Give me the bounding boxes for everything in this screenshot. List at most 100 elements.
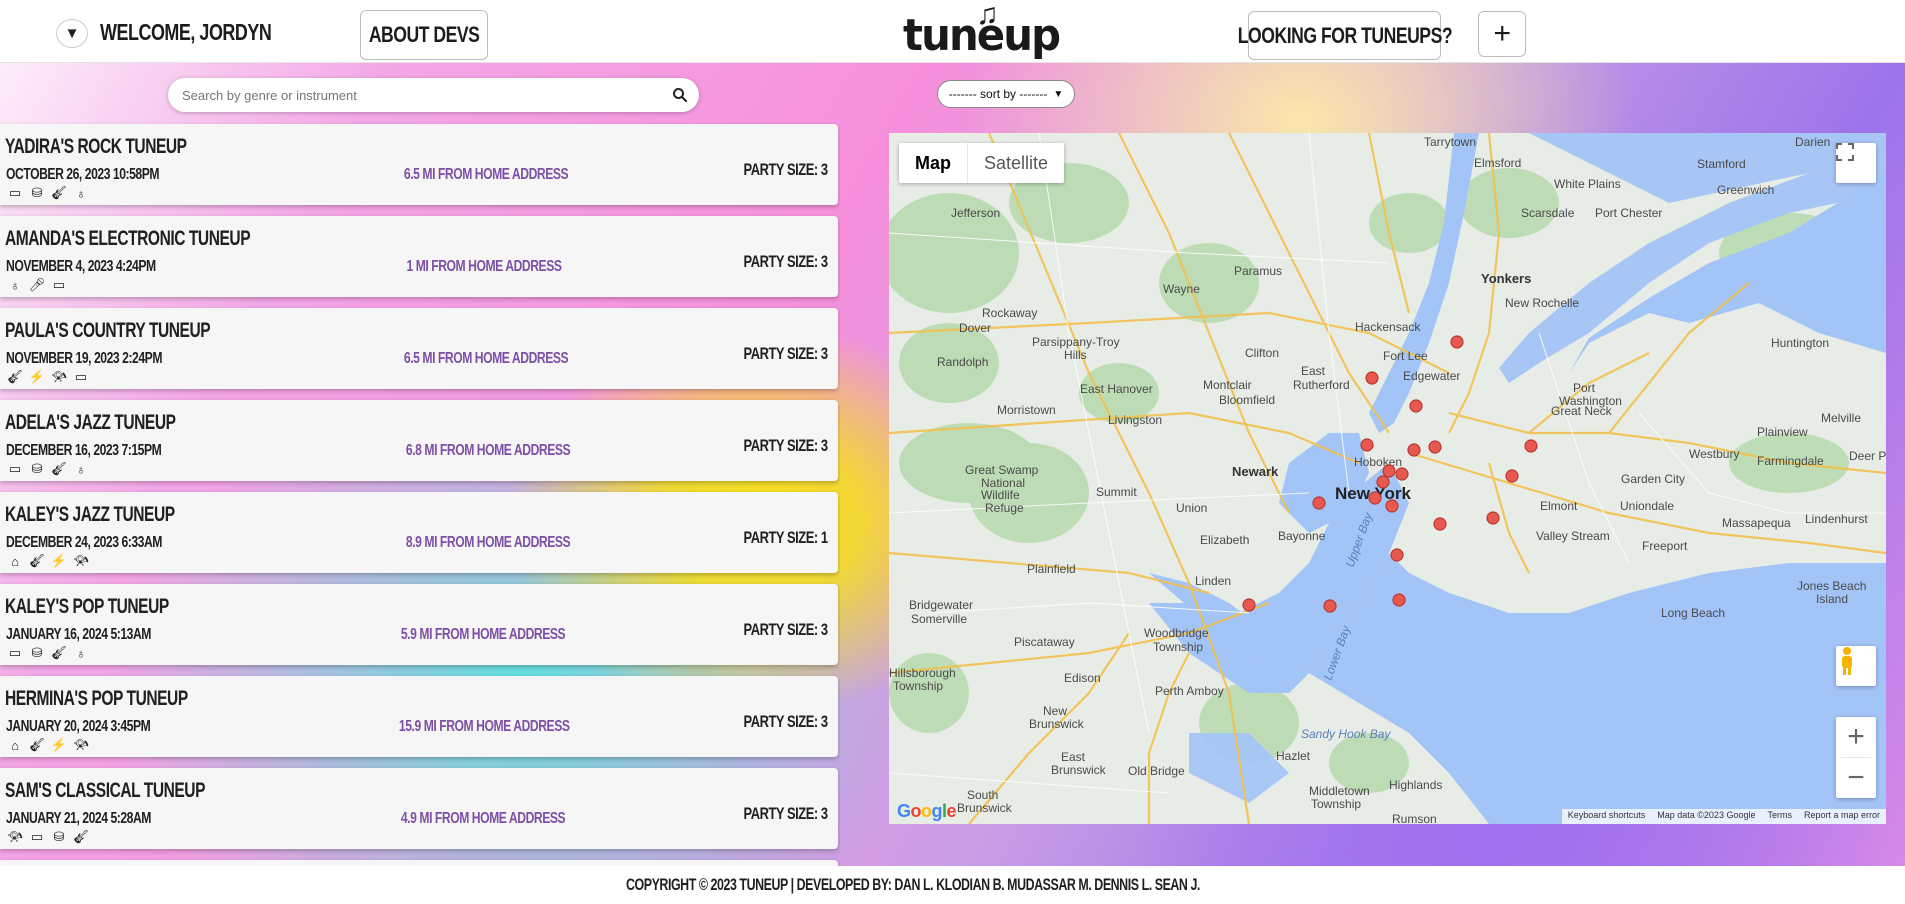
keyboard-shortcuts-link[interactable]: Keyboard shortcuts (1562, 809, 1652, 824)
satellite-tab[interactable]: Satellite (967, 143, 1064, 183)
tuneup-card[interactable]: Sam's Classical Tuneup January 21, 2024 … (0, 768, 838, 849)
svg-text:South: South (967, 788, 998, 802)
map-marker (1385, 499, 1399, 513)
microphone-icon: 🎤︎ (28, 277, 46, 292)
zoom-out-button[interactable]: − (1836, 758, 1876, 798)
synth-icon: ▭ (52, 277, 66, 292)
tuneup-distance: 1 mi from home address (406, 258, 562, 275)
tuneup-party-size: Party Size: 3 (743, 620, 829, 639)
tuneup-date: January 16, 2024 5:13AM (6, 626, 151, 643)
map-marker (1450, 335, 1464, 349)
svg-text:Somerville: Somerville (911, 612, 967, 626)
tuneup-title: Amanda's Electronic Tuneup (5, 227, 251, 250)
terms-link[interactable]: Terms (1761, 809, 1798, 824)
svg-text:Plainfield: Plainfield (1027, 562, 1076, 576)
tuneup-party-size: Party Size: 3 (743, 252, 829, 271)
tuneup-card[interactable]: Kaley's Jazz Tuneup December 24, 2023 6:… (0, 492, 838, 573)
map-canvas[interactable]: Tarrytown Elmsford White Plains Stamford… (889, 133, 1886, 824)
map-marker (1505, 469, 1519, 483)
map-view[interactable]: Tarrytown Elmsford White Plains Stamford… (889, 133, 1886, 824)
tuneup-distance: 6.5 mi from home address (403, 166, 569, 183)
map-marker (1407, 443, 1421, 457)
instrument-icons: ▭ ⛁ 🎸︎ ♁ (6, 185, 90, 201)
tuneup-distance: 6.8 mi from home address (405, 442, 571, 459)
bass-icon: ♁ (76, 185, 86, 201)
svg-text:Dover: Dover (959, 321, 991, 335)
svg-text:Woodbridge: Woodbridge (1144, 626, 1209, 640)
svg-text:Brunswick: Brunswick (1029, 717, 1085, 731)
report-map-error-link[interactable]: Report a map error (1798, 809, 1886, 824)
street-view-pegman[interactable] (1836, 646, 1876, 686)
map-marker (1312, 496, 1326, 510)
svg-text:Elmsford: Elmsford (1474, 156, 1521, 170)
about-devs-button[interactable]: About Devs (360, 10, 488, 60)
tuneup-card[interactable]: Paula's Country Tuneup November 19, 2023… (0, 308, 838, 389)
tuneup-card[interactable]: Adela's Jazz Tuneup December 16, 2023 7:… (0, 400, 838, 481)
svg-text:Linden: Linden (1195, 574, 1231, 588)
piano-icon: ⌂ (11, 553, 19, 569)
svg-text:Union: Union (1176, 501, 1207, 515)
tuneup-title: Kaley's Pop Tuneup (5, 595, 169, 618)
sort-select[interactable]: ------- sort by ------- ▼ (937, 80, 1075, 108)
keyboard-icon: ▭ (8, 185, 22, 200)
svg-text:Edgewater: Edgewater (1403, 369, 1460, 383)
electric-guitar-icon: ⚡ (50, 737, 68, 752)
svg-text:Huntington: Huntington (1771, 336, 1829, 350)
tuneup-card[interactable]: Yadira's Rock Tuneup October 26, 2023 10… (0, 124, 838, 205)
svg-text:Elmont: Elmont (1540, 499, 1578, 513)
svg-text:Brunswick: Brunswick (957, 801, 1013, 815)
guitar-icon: 🎸︎ (72, 829, 90, 844)
search-input[interactable] (182, 84, 642, 106)
svg-text:Newark: Newark (1232, 464, 1279, 479)
pegman-icon (1842, 647, 1852, 675)
tuneup-party-size: Party Size: 3 (743, 712, 829, 731)
tuneup-title: Sam's Classical Tuneup (5, 779, 205, 802)
svg-text:Hoboken: Hoboken (1354, 455, 1402, 469)
tuneup-title: Hermina's Pop Tuneup (5, 687, 188, 710)
looking-for-tuneups-button[interactable]: Looking for Tuneups? (1237, 11, 1452, 60)
instrument-icons: 📯︎ ▭ ⛁ 🎸︎ (6, 829, 90, 844)
svg-text:Edison: Edison (1064, 671, 1101, 685)
tuneup-card[interactable]: Hermina's Pop Tuneup January 20, 2024 3:… (0, 676, 838, 757)
map-data-text: Map data ©2023 Google (1657, 810, 1756, 820)
zoom-in-button[interactable]: + (1836, 717, 1876, 757)
map-marker (1390, 548, 1404, 562)
search-icon[interactable] (669, 84, 691, 106)
tuneup-card[interactable]: Amanda's Electronic Tuneup November 4, 2… (0, 216, 838, 297)
add-tuneup-button[interactable]: + (1478, 11, 1526, 57)
map-tab[interactable]: Map (899, 143, 967, 183)
svg-text:Port Chester: Port Chester (1595, 206, 1662, 220)
fullscreen-button[interactable] (1836, 143, 1876, 183)
tuneup-party-size: Party Size: 3 (743, 436, 829, 455)
svg-text:Parsippany-Troy: Parsippany-Troy (1032, 335, 1120, 349)
account-dropdown-toggle[interactable]: ▼ (56, 19, 88, 48)
trumpet-icon: 📯︎ (50, 369, 68, 384)
svg-text:Hillsborough: Hillsborough (889, 666, 956, 680)
tuneup-date: January 21, 2024 5:28AM (6, 810, 151, 827)
map-marker (1242, 598, 1256, 612)
svg-text:Rockaway: Rockaway (982, 306, 1037, 320)
map-marker (1395, 467, 1409, 481)
svg-text:Montclair: Montclair (1203, 378, 1252, 392)
instrument-icons: ⌂ 🎸︎ ⚡ 📯︎ (6, 737, 90, 753)
keyboard-icon: ▭ (74, 369, 88, 384)
svg-text:Uniondale: Uniondale (1620, 499, 1674, 513)
tuneup-date: November 19, 2023 2:24PM (6, 350, 162, 367)
google-logo[interactable]: Google (897, 801, 957, 822)
triangle-down-icon: ▼ (64, 25, 80, 42)
keyboard-icon: ▭ (30, 829, 44, 844)
svg-text:Summit: Summit (1096, 485, 1137, 499)
svg-text:Hazlet: Hazlet (1276, 749, 1311, 763)
trumpet-icon: 📯︎ (72, 553, 90, 568)
svg-text:Long Beach: Long Beach (1661, 606, 1725, 620)
map-marker (1486, 511, 1500, 525)
footer-copyright: Copyright © 2023 TuneUp | Developed by: … (626, 875, 1200, 894)
tuneup-card[interactable]: Kaley's Pop Tuneup January 16, 2024 5:13… (0, 584, 838, 665)
svg-text:Garden City: Garden City (1621, 472, 1685, 486)
svg-text:Perth Amboy: Perth Amboy (1155, 684, 1224, 698)
label-tarrytown: Tarrytown (1424, 135, 1476, 149)
tuneup-date: October 26, 2023 10:58PM (6, 166, 160, 183)
svg-text:Piscataway: Piscataway (1014, 635, 1075, 649)
tuneup-logo[interactable]: tuneup ♫ (900, 0, 1061, 62)
svg-text:New Rochelle: New Rochelle (1505, 296, 1579, 310)
